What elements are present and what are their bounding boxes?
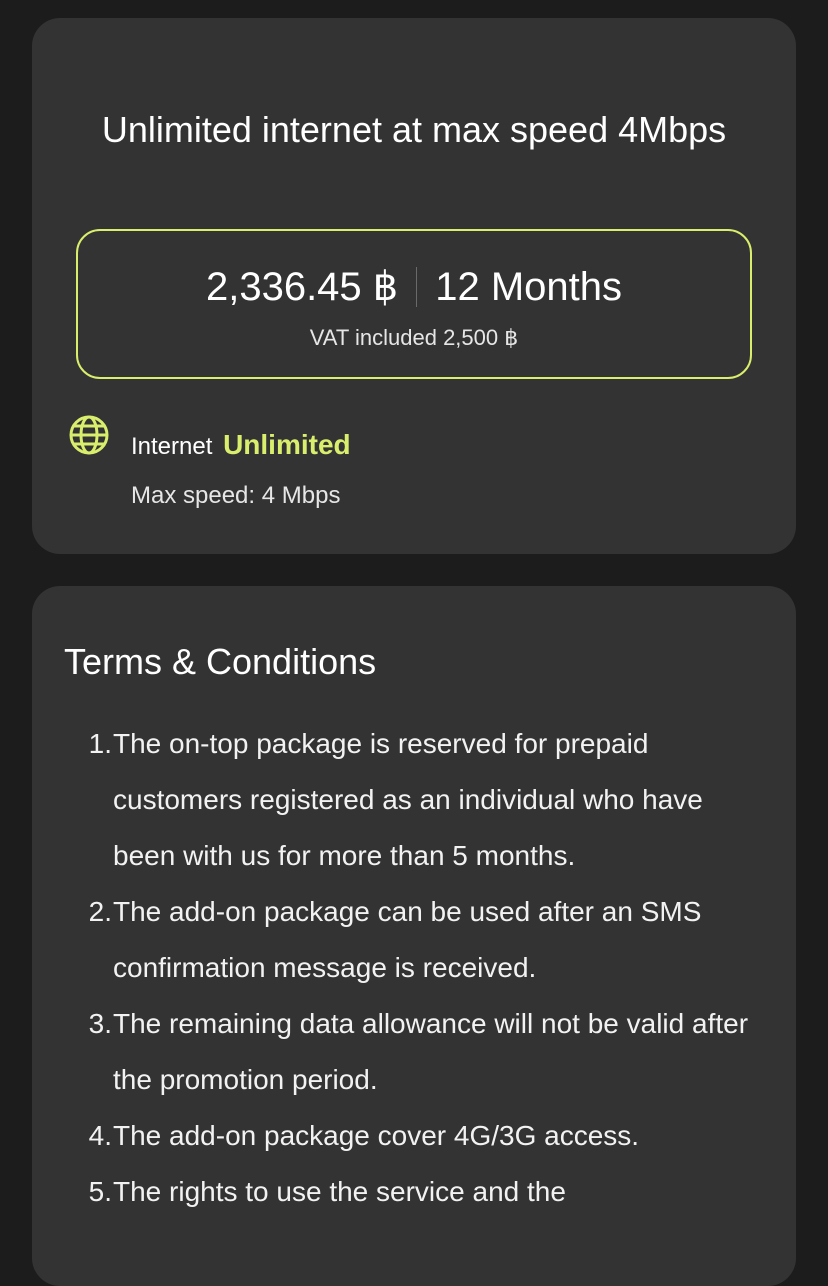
package-price: 2,336.45 ฿ [205, 265, 399, 309]
package-title: Unlimited internet at max speed 4Mbps [101, 109, 727, 150]
price-row: 2,336.45 ฿ 12 Months [78, 261, 750, 313]
package-duration: 12 Months [435, 265, 623, 309]
terms-item-number: 5. [88, 1176, 112, 1207]
price-box: 2,336.45 ฿ 12 Months VAT included 2,500 … [76, 229, 752, 379]
feature-name: Internet [131, 433, 213, 460]
feature-value: Unlimited [223, 429, 351, 460]
terms-item-text: The rights to use the service and the [113, 1176, 566, 1207]
terms-list: 1. The on-top package is reserved for pr… [76, 716, 766, 1220]
package-card: Unlimited internet at max speed 4Mbps 2,… [32, 18, 796, 554]
terms-item: 1. The on-top package is reserved for pr… [76, 716, 766, 884]
terms-item: 3. The remaining data allowance will not… [76, 996, 766, 1108]
terms-item-number: 4. [88, 1120, 112, 1151]
globe-icon [68, 414, 110, 456]
terms-item-text: The remaining data allowance will not be… [113, 1008, 749, 1095]
price-divider [416, 267, 418, 307]
vat-line: VAT included 2,500 ฿ [309, 325, 519, 350]
terms-card: Terms & Conditions 1. The on-top package… [32, 586, 796, 1286]
terms-item-text: The on-top package is reserved for prepa… [113, 728, 703, 871]
terms-item: 2. The add-on package can be used after … [76, 884, 766, 996]
terms-item: 4. The add-on package cover 4G/3G access… [76, 1108, 766, 1164]
terms-item-number: 1. [88, 728, 112, 759]
terms-item: 5. The rights to use the service and the [76, 1164, 766, 1220]
terms-item-number: 3. [88, 1008, 112, 1039]
terms-item-text: The add-on package cover 4G/3G access. [113, 1120, 640, 1151]
terms-item-number: 2. [88, 896, 112, 927]
feature-label: Internet Unlimited [131, 428, 351, 464]
feature-subtext: Max speed: 4 Mbps [131, 482, 341, 509]
terms-title: Terms & Conditions [64, 641, 377, 682]
terms-item-text: The add-on package can be used after an … [113, 896, 702, 983]
